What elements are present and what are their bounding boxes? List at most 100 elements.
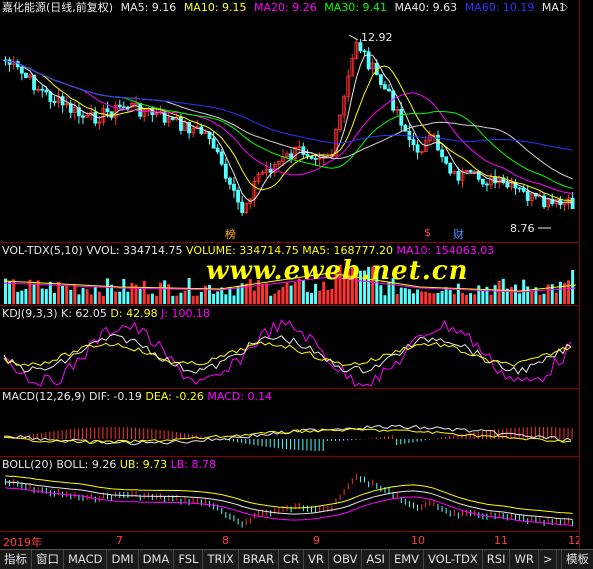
volume-bar <box>477 285 481 304</box>
candle-body <box>170 117 175 120</box>
candle-body <box>223 163 228 179</box>
macd-value: MACD: 0.14 <box>207 390 272 403</box>
macd-panel[interactable]: MACD(12,26,9) DIF: -0.19 DEA: -0.26 MACD… <box>0 388 579 457</box>
volume-bar <box>571 270 575 304</box>
kdj-panel[interactable]: KDJ(9,3,3) K: 62.05 D: 42.98 J: 100.18 <box>0 305 579 389</box>
volume-bar <box>567 280 571 304</box>
volume-bar <box>436 292 440 304</box>
tab-asi[interactable]: ASI <box>362 550 390 569</box>
volume-bar <box>403 288 407 304</box>
candle-body <box>105 108 110 113</box>
candle-body <box>60 96 65 106</box>
volume-bar <box>93 286 97 304</box>
volume-bar <box>489 294 493 304</box>
volume-bar <box>97 291 101 304</box>
tab-cr[interactable]: CR <box>279 550 305 569</box>
tab-dmi[interactable]: DMI <box>107 550 139 569</box>
volume-bar <box>424 291 428 304</box>
tab-vol-tdx[interactable]: VOL-TDX <box>424 550 483 569</box>
volume-bar <box>558 281 562 304</box>
volume-bar <box>85 289 89 304</box>
candle-body <box>383 84 387 90</box>
candle-body <box>240 201 245 213</box>
candle-body <box>138 102 143 117</box>
volume-bar <box>16 291 20 304</box>
tab-dma[interactable]: DMA <box>139 550 175 569</box>
volume-bar <box>28 279 32 304</box>
volume-bar <box>199 291 203 304</box>
volume-bar <box>77 294 81 304</box>
candle-body <box>444 156 449 164</box>
volume-bar <box>195 295 199 304</box>
volume-bar <box>163 280 167 304</box>
candle-body <box>456 170 461 181</box>
tab-trix[interactable]: TRIX <box>203 550 239 569</box>
candle-body <box>211 138 216 149</box>
tag-cai[interactable]: 财 <box>453 226 464 242</box>
kdj-k-line <box>3 333 572 375</box>
vol-indicator-name: VOL-TDX(5,10) <box>2 244 83 257</box>
tab-indicator[interactable]: 指标 <box>0 550 32 569</box>
tab-more-arrow[interactable]: > <box>539 550 558 569</box>
volume-bar <box>314 283 318 304</box>
tab-wr[interactable]: WR <box>510 550 539 569</box>
volume-bar <box>542 293 546 304</box>
volume-bar <box>101 295 105 304</box>
tag-bang[interactable]: 榜 <box>225 226 236 242</box>
candle-body <box>305 153 310 157</box>
volume-bar <box>473 294 477 304</box>
date-label-2019: 2019年 <box>3 536 42 549</box>
volume-bar <box>224 294 228 304</box>
volume-bar <box>310 292 313 304</box>
volume-bar <box>289 285 293 304</box>
volume-bar <box>456 283 460 304</box>
volume-bar <box>514 284 517 304</box>
tab-vr[interactable]: VR <box>304 550 329 569</box>
volume-bar <box>208 285 211 304</box>
candle-body <box>44 89 49 93</box>
candle-body <box>411 139 416 146</box>
price-panel[interactable]: 嘉化能源(日线,前复权) MA5: 9.16 MA10: 9.15 MA20: … <box>0 0 579 242</box>
tab-macd[interactable]: MACD <box>64 550 108 569</box>
volume-bar <box>330 289 334 304</box>
tag-dollar[interactable]: $ <box>424 226 431 239</box>
macd-dif-value: DIF: -0.19 <box>89 390 142 403</box>
candle-body <box>117 104 122 108</box>
low-price-label: 8.76 <box>510 222 535 235</box>
boll-mid-line <box>5 481 573 520</box>
boll-panel[interactable]: BOLL(20) BOLL: 9.26 UB: 9.73 LB: 8.78 <box>0 456 579 532</box>
tab-obv[interactable]: OBV <box>329 550 363 569</box>
candle-body <box>570 197 575 209</box>
ma60-line <box>5 59 573 151</box>
volume-bar <box>530 291 534 304</box>
tab-window[interactable]: 窗口 <box>32 550 64 569</box>
tab-fsl[interactable]: FSL <box>174 550 204 569</box>
macd-indicator-name: MACD(12,26,9) <box>2 390 86 403</box>
candlestick-chart[interactable] <box>0 0 579 242</box>
tab-template[interactable]: 模板 <box>561 550 593 569</box>
volume-bar <box>130 282 134 304</box>
ma60-value: MA60: 10.19 <box>464 1 535 14</box>
candle-body <box>387 88 391 92</box>
volume-bar <box>395 293 399 304</box>
volume-bar <box>444 287 448 304</box>
volume-bar <box>4 278 7 304</box>
candle-body <box>93 111 98 124</box>
volume-bar <box>228 287 232 304</box>
right-scale-bar <box>579 0 593 549</box>
tab-brar[interactable]: BRAR <box>239 550 280 569</box>
tab-emv[interactable]: EMV <box>390 550 424 569</box>
volume-bar <box>232 295 236 304</box>
volume-bar <box>497 280 501 304</box>
macd-header: MACD(12,26,9) DIF: -0.19 DEA: -0.26 MACD… <box>2 390 272 404</box>
ma10-value: MA10: 9.15 <box>183 1 247 14</box>
volume-bar <box>460 292 464 304</box>
candle-body <box>362 50 367 53</box>
ma40-value: MA40: 9.63 <box>394 1 458 14</box>
candle-body <box>52 101 57 103</box>
tab-rsi[interactable]: RSI <box>483 550 511 569</box>
volume-bar <box>216 291 220 304</box>
volume-bar <box>518 293 522 304</box>
price-header: 嘉化能源(日线,前复权) MA5: 9.16 MA10: 9.15 MA20: … <box>2 1 570 15</box>
diamond-icon[interactable]: ◇ <box>560 2 568 13</box>
